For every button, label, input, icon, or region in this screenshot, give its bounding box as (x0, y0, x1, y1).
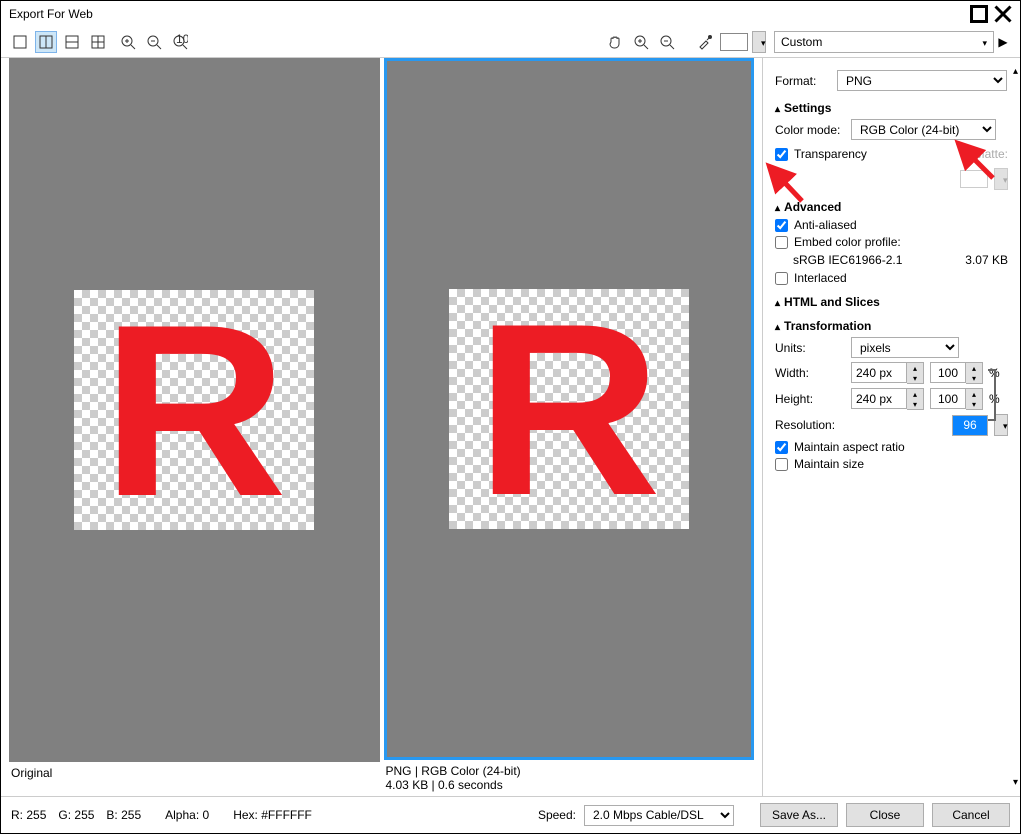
embed-profile-checkbox[interactable] (775, 236, 788, 249)
width-pct-spinner[interactable]: ▴▾ (930, 362, 983, 384)
zoom-100-icon[interactable]: 100 (169, 31, 191, 53)
width-label: Width: (775, 366, 845, 380)
maximize-icon[interactable] (970, 5, 988, 23)
collapse-icon (775, 200, 780, 214)
zoom-out-icon[interactable] (143, 31, 165, 53)
constrain-bracket-icon (988, 369, 996, 421)
scroll-up-icon[interactable]: ▴ (1013, 66, 1018, 77)
html-slices-section-head[interactable]: HTML and Slices (775, 295, 1008, 309)
preset-value: Custom (781, 35, 822, 49)
preview-original-canvas[interactable]: R (9, 58, 380, 762)
eyedropper-icon[interactable] (694, 31, 716, 53)
preview-original: R Original (9, 58, 380, 796)
units-dropdown[interactable]: pixels (851, 337, 959, 358)
colormode-dropdown[interactable]: RGB Color (24-bit) (851, 119, 996, 140)
zoom-in-tool-icon[interactable] (630, 31, 652, 53)
matte-color-menu[interactable] (994, 168, 1008, 190)
maintain-size-label: Maintain size (794, 457, 864, 471)
single-view-button[interactable] (9, 31, 31, 53)
save-as-button[interactable]: Save As... (760, 803, 838, 827)
maintain-size-checkbox[interactable] (775, 458, 788, 471)
status-bar: R: 255 G: 255 B: 255 Alpha: 0 Hex: #FFFF… (1, 796, 1020, 833)
transparency-checkbox[interactable] (775, 148, 788, 161)
double-horizontal-button[interactable] (61, 31, 83, 53)
export-caption-line2: 4.03 KB | 0.6 seconds (386, 778, 753, 792)
sampled-color-well[interactable] (720, 33, 748, 51)
profile-name: sRGB IEC61966-2.1 (793, 253, 959, 267)
right-tools (604, 31, 766, 53)
resolution-label: Resolution: (775, 418, 845, 432)
close-icon[interactable] (994, 5, 1012, 23)
collapse-icon (775, 319, 780, 333)
advanced-section-head[interactable]: Advanced (775, 200, 1008, 214)
layout-buttons (9, 31, 109, 53)
cancel-button[interactable]: Cancel (932, 803, 1010, 827)
height-spinner[interactable]: ▴▾ (851, 388, 924, 410)
maintain-ratio-checkbox[interactable] (775, 441, 788, 454)
chevron-down-icon (982, 35, 987, 49)
transformation-section-head[interactable]: Transformation (775, 319, 1008, 333)
export-caption-line1: PNG | RGB Color (24-bit) (386, 764, 753, 778)
antialiased-label: Anti-aliased (794, 218, 857, 232)
preview-export: R PNG | RGB Color (24-bit) 4.03 KB | 0.6… (384, 58, 755, 796)
color-well-menu[interactable] (752, 31, 766, 53)
transparency-label: Transparency (794, 147, 867, 161)
interlaced-label: Interlaced (794, 271, 847, 285)
previews-area: R Original R PNG | RGB Color (24-bit) 4.… (1, 58, 762, 796)
matte-color-well[interactable] (960, 170, 988, 188)
collapse-icon (775, 295, 780, 309)
close-button[interactable]: Close (846, 803, 924, 827)
pixel-hex: #FFFFFF (261, 808, 312, 822)
embed-profile-label: Embed color profile: (794, 235, 901, 249)
zoom-in-icon[interactable] (117, 31, 139, 53)
flyout-menu-icon[interactable]: ▶ (994, 31, 1012, 53)
preview-export-canvas[interactable]: R (384, 58, 755, 760)
zoom-out-tool-icon[interactable] (656, 31, 678, 53)
quad-view-button[interactable] (87, 31, 109, 53)
toolbar: 100 Custom ▶ (1, 27, 1020, 58)
hand-icon[interactable] (604, 31, 626, 53)
maintain-ratio-label: Maintain aspect ratio (794, 440, 905, 454)
resolution-input[interactable] (952, 415, 988, 436)
width-spinner[interactable]: ▴▾ (851, 362, 924, 384)
format-label: Format: (775, 74, 831, 88)
resolution-menu[interactable] (994, 414, 1008, 436)
height-label: Height: (775, 392, 845, 406)
svg-text:100: 100 (176, 34, 188, 46)
zoom-buttons: 100 (117, 31, 191, 53)
pixel-g: 255 (74, 808, 94, 822)
speed-dropdown[interactable]: 2.0 Mbps Cable/DSL (584, 805, 734, 826)
scroll-down-icon[interactable]: ▾ (1013, 777, 1018, 788)
format-dropdown[interactable]: PNG (837, 70, 1007, 91)
settings-panel: ▴ Format: PNG Settings Color mode: RGB C… (762, 58, 1020, 796)
units-label: Units: (775, 341, 845, 355)
double-vertical-button[interactable] (35, 31, 57, 53)
pixel-r: 255 (26, 808, 46, 822)
original-caption: Original (11, 766, 378, 780)
titlebar: Export For Web (1, 1, 1020, 27)
pixel-b: 255 (121, 808, 141, 822)
antialiased-checkbox[interactable] (775, 219, 788, 232)
colormode-label: Color mode: (775, 123, 845, 137)
interlaced-checkbox[interactable] (775, 272, 788, 285)
matte-label: Matte: (975, 147, 1008, 161)
profile-size: 3.07 KB (965, 253, 1008, 267)
preset-dropdown[interactable]: Custom (774, 31, 994, 53)
speed-label: Speed: (538, 808, 576, 822)
settings-section-head[interactable]: Settings (775, 101, 1008, 115)
height-pct-spinner[interactable]: ▴▾ (930, 388, 983, 410)
pixel-alpha: 0 (203, 808, 210, 822)
collapse-icon (775, 101, 780, 115)
window-title: Export For Web (9, 7, 964, 21)
